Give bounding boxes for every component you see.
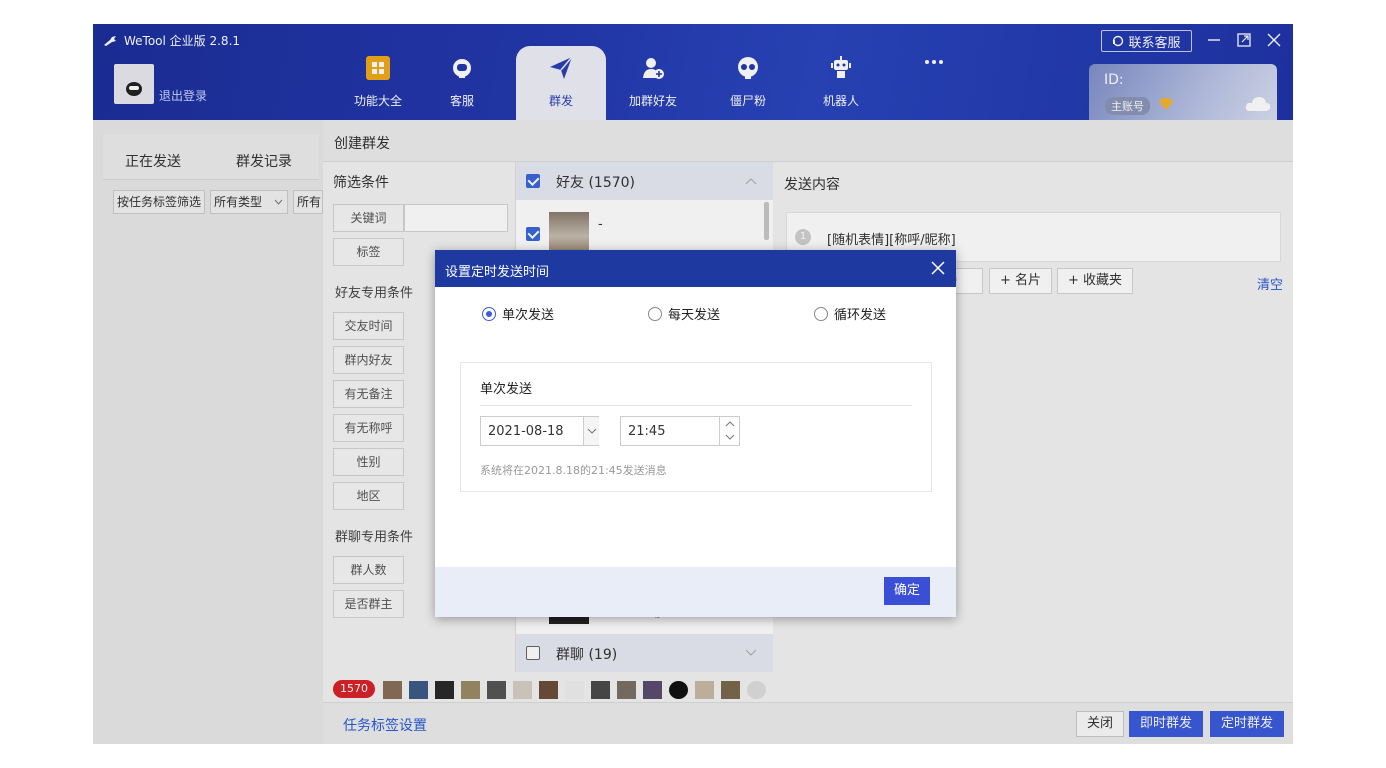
radio-once[interactable]: 单次发送 [482,304,554,323]
radio-once-label: 单次发送 [502,308,555,323]
chevron-down-icon [587,428,597,434]
close-icon[interactable] [929,259,947,277]
chevron-down-icon[interactable] [725,434,735,440]
confirm-button[interactable]: 确定 [884,577,930,605]
radio-daily-label: 每天发送 [668,308,721,323]
schedule-dialog: 设置定时发送时间 单次发送 每天发送 循环发送 单次发送 2021-08-18 … [435,250,956,617]
radio-once-indicator [482,306,496,321]
schedule-hint: 系统将在2021.8.18的21:45发送消息 [480,464,667,477]
date-dropdown-button[interactable] [583,417,599,445]
dialog-footer: 确定 [435,567,956,617]
once-settings-card: 单次发送 2021-08-18 21:45 系统将在2021.8.18的21:4… [460,362,932,492]
date-picker[interactable]: 2021-08-18 [480,416,599,446]
dialog-header: 设置定时发送时间 [435,250,956,287]
once-card-title: 单次发送 [480,382,533,397]
time-spinner[interactable]: 21:45 [620,416,740,446]
time-spin-buttons[interactable] [719,417,740,445]
time-value: 21:45 [628,424,666,439]
radio-loop-label: 循环发送 [834,308,887,323]
radio-loop[interactable]: 循环发送 [814,304,886,323]
radio-daily[interactable]: 每天发送 [648,304,720,323]
card-divider [480,405,912,406]
dialog-title: 设置定时发送时间 [445,265,550,280]
radio-loop-indicator [814,306,828,321]
chevron-up-icon[interactable] [725,421,735,427]
date-value: 2021-08-18 [488,424,564,439]
radio-daily-indicator [648,306,662,321]
